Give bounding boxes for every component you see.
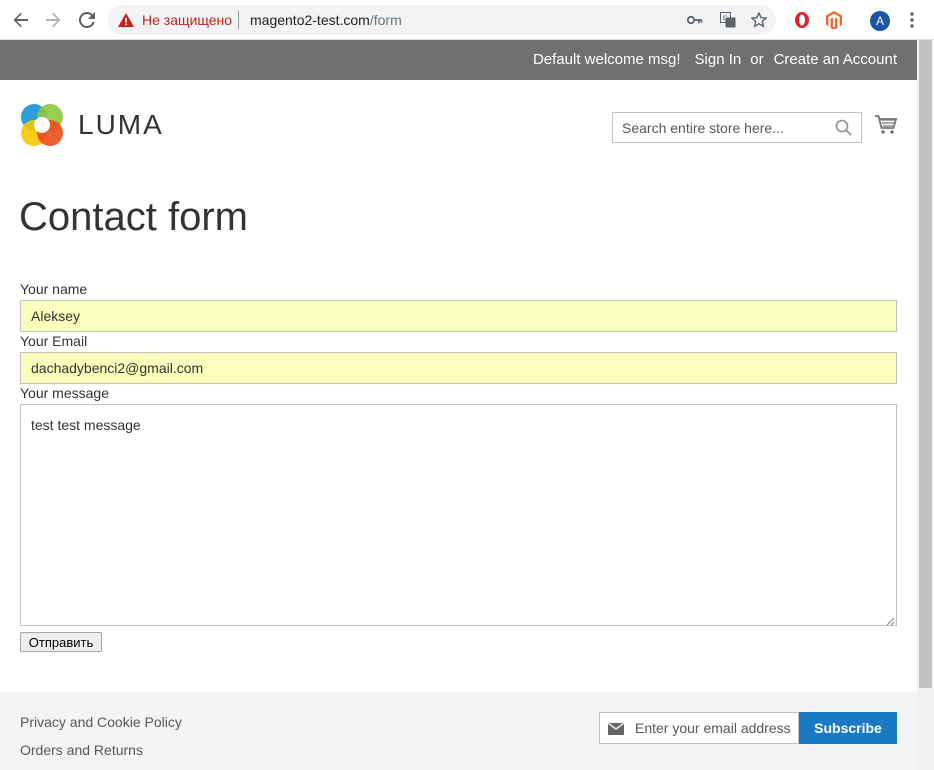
opera-icon[interactable] [792, 10, 812, 30]
profile-avatar[interactable]: A [870, 11, 890, 31]
luma-logo[interactable]: LUMA [20, 103, 164, 147]
magento-icon[interactable] [824, 10, 844, 30]
subscribe-button[interactable]: Subscribe [799, 712, 897, 744]
luma-logo-icon [21, 104, 63, 146]
back-arrow-icon[interactable] [8, 8, 34, 32]
key-icon[interactable] [686, 11, 704, 29]
newsletter-email-input[interactable] [635, 713, 795, 743]
message-label: Your message [20, 385, 109, 401]
menu-icon[interactable] [904, 10, 920, 30]
omnibox-separator [238, 11, 239, 29]
reload-icon[interactable] [74, 8, 100, 32]
security-status[interactable]: Не защищено [142, 12, 232, 28]
name-label: Your name [20, 281, 88, 297]
sign-in-link[interactable]: Sign In [695, 51, 742, 68]
or-text: or [750, 51, 764, 68]
footer-link-privacy[interactable]: Privacy and Cookie Policy [20, 714, 182, 730]
browser-toolbar: Не защищено magento2-test.com/form G A [0, 0, 934, 40]
translate-icon[interactable]: G [719, 11, 737, 29]
url-path: /form [369, 12, 402, 28]
envelope-icon [607, 722, 625, 740]
address-bar[interactable]: Не защищено magento2-test.com/form G [108, 5, 776, 35]
header-panel: Default welcome msg! Sign In or Create a… [0, 40, 917, 80]
search-input[interactable] [613, 113, 831, 142]
forward-arrow-icon[interactable] [40, 8, 66, 32]
scrollbar-thumb[interactable] [919, 40, 932, 688]
footer: Privacy and Cookie Policy Orders and Ret… [0, 692, 917, 770]
welcome-message: Default welcome msg! [532, 51, 681, 68]
email-label: Your Email [20, 333, 88, 349]
star-icon[interactable] [750, 11, 768, 29]
email-field[interactable] [20, 352, 897, 384]
svg-text:G: G [723, 15, 728, 23]
submit-button[interactable]: Отправить [20, 632, 102, 652]
footer-link-orders[interactable]: Orders and Returns [20, 742, 143, 758]
url-host: magento2-test.com [250, 12, 370, 28]
search-box [612, 112, 862, 143]
newsletter-box [599, 712, 799, 744]
page-title: Contact form [19, 195, 248, 239]
cart-icon[interactable] [874, 114, 898, 141]
resize-grip-icon[interactable] [884, 613, 895, 631]
name-field[interactable] [20, 300, 897, 332]
url-text[interactable]: magento2-test.com/form [250, 12, 402, 28]
logo-text: LUMA [78, 109, 164, 140]
search-icon[interactable] [835, 119, 852, 141]
warning-icon [118, 13, 134, 32]
message-textarea[interactable]: test test message [20, 404, 897, 626]
create-account-link[interactable]: Create an Account [774, 51, 897, 68]
